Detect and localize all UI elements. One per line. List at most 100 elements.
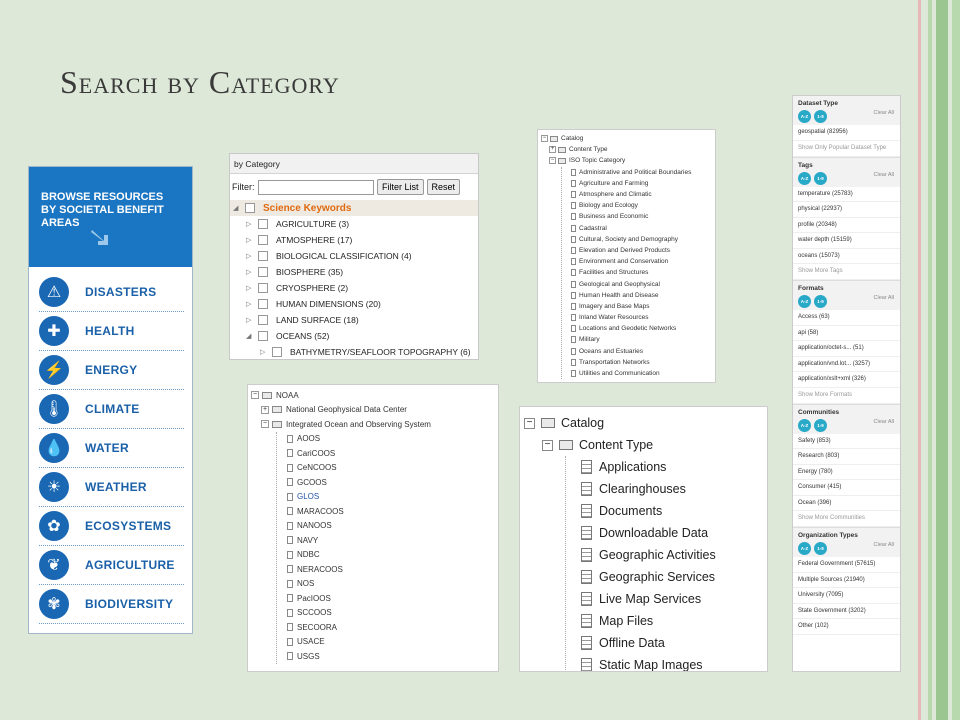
ioos-member-item[interactable]: NOS <box>277 577 498 592</box>
content-type-item[interactable]: Applications <box>566 456 767 478</box>
iso-topic-item[interactable]: Imagery and Base Maps <box>562 301 715 312</box>
sort-az-button[interactable]: A-Z <box>798 542 811 555</box>
collapse-icon[interactable]: − <box>549 157 556 165</box>
ioos-member-item[interactable]: NANOOS <box>277 519 498 534</box>
ioos-member-item[interactable]: GCOOS <box>277 475 498 490</box>
iso-topic-item[interactable]: Business and Economic <box>562 211 715 222</box>
ioos-member-item[interactable]: GLOS <box>277 490 498 505</box>
iso-topic-item[interactable]: Cadastral <box>562 223 715 234</box>
benefit-item-agriculture[interactable]: ❦ AGRICULTURE <box>39 546 184 585</box>
iso-topic-item[interactable]: Elevation and Derived Products <box>562 245 715 256</box>
iso-topic-item[interactable]: Military <box>562 334 715 345</box>
category-checkbox[interactable] <box>258 299 268 309</box>
ioos-member-item[interactable]: CariCOOS <box>277 446 498 461</box>
category-row[interactable]: ◢ OCEANS (52) <box>230 328 478 344</box>
ioos-member-item[interactable]: USGS <box>277 649 498 664</box>
facet-item[interactable]: api (58) <box>793 326 900 341</box>
facet-item[interactable]: Ocean (396) <box>793 496 900 511</box>
category-checkbox[interactable] <box>258 315 268 325</box>
ioos-member-item[interactable]: USACE <box>277 635 498 650</box>
ioos-member-item[interactable]: MARACOOS <box>277 504 498 519</box>
facet-item[interactable]: Energy (780) <box>793 465 900 480</box>
facet-item[interactable]: Access (63) <box>793 310 900 326</box>
benefit-item-health[interactable]: ✚ HEALTH <box>39 312 184 351</box>
facet-item[interactable]: profile (20348) <box>793 218 900 233</box>
ioos-member-item[interactable]: CeNCOOS <box>277 461 498 476</box>
sort-az-button[interactable]: A-Z <box>798 295 811 308</box>
iso-topic-item[interactable]: Locations and Geodetic Networks <box>562 323 715 334</box>
sort-az-button[interactable]: A-Z <box>798 418 811 432</box>
expand-triangle-icon[interactable]: ▷ <box>246 300 256 308</box>
filter-list-button[interactable]: Filter List <box>377 179 424 195</box>
content-type-item[interactable]: Offline Data <box>566 632 767 654</box>
facet-item[interactable]: State Government (3202) <box>793 604 900 619</box>
category-row[interactable]: ▷ CRYOSPHERE (2) <box>230 280 478 296</box>
clear-all-link[interactable]: Clear All <box>874 110 894 116</box>
facet-item[interactable]: Safety (853) <box>793 434 900 449</box>
iso-topic-item[interactable]: Administrative and Political Boundaries <box>562 167 715 178</box>
iso-topic-item[interactable]: Human Health and Disease <box>562 290 715 301</box>
iso-topic-item[interactable]: Cultural, Society and Demography <box>562 234 715 245</box>
facet-item[interactable]: water depth (15159) <box>793 233 900 249</box>
content-type-item[interactable]: Clearinghouses <box>566 478 767 500</box>
expand-triangle-icon[interactable]: ▷ <box>246 220 256 228</box>
expand-icon[interactable]: + <box>261 405 269 414</box>
benefit-item-energy[interactable]: ⚡ ENERGY <box>39 351 184 390</box>
science-keywords-row[interactable]: ◢ Science Keywords <box>230 200 478 216</box>
category-checkbox[interactable] <box>258 251 268 261</box>
category-checkbox[interactable] <box>258 235 268 245</box>
facet-item[interactable]: Consumer (415) <box>793 480 900 496</box>
facet-item[interactable]: Other (102) <box>793 619 900 635</box>
facet-item[interactable]: application/octet-s... (51) <box>793 341 900 357</box>
content-type-node[interactable]: − Content Type <box>520 434 767 456</box>
content-type-item[interactable]: Static Map Images <box>566 654 767 671</box>
noaa-node[interactable]: − NOAA <box>248 388 498 403</box>
category-row[interactable]: ▷ HUMAN DIMENSIONS (20) <box>230 296 478 312</box>
show-more-link[interactable]: Show More Tags <box>793 264 900 280</box>
sort-count-button[interactable]: 1-9 <box>814 418 827 432</box>
content-type-item[interactable]: Live Map Services <box>566 588 767 610</box>
iso-topic-item[interactable]: Geological and Geophysical <box>562 278 715 289</box>
clear-all-link[interactable]: Clear All <box>874 419 894 425</box>
category-row[interactable]: ▷ AGRICULTURE (3) <box>230 216 478 232</box>
collapse-icon[interactable]: − <box>542 439 553 451</box>
bathymetry-checkbox[interactable] <box>272 347 282 357</box>
bathymetry-row[interactable]: ▷ BATHYMETRY/SEAFLOOR TOPOGRAPHY (6) <box>230 344 478 359</box>
iso-topic-item[interactable]: Environment and Conservation <box>562 256 715 267</box>
iso-topic-item[interactable]: Transportation Networks <box>562 357 715 368</box>
content-type-item[interactable]: Downloadable Data <box>566 522 767 544</box>
ioos-member-item[interactable]: PacIOOS <box>277 591 498 606</box>
facet-item[interactable]: Research (803) <box>793 449 900 465</box>
show-more-link[interactable]: Show More Communities <box>793 511 900 527</box>
ioos-member-item[interactable]: AOOS <box>277 432 498 447</box>
expand-triangle-icon[interactable]: ▷ <box>246 268 256 276</box>
benefit-item-water[interactable]: 💧 WATER <box>39 429 184 468</box>
content-type-item[interactable]: Geographic Activities <box>566 544 767 566</box>
facet-item[interactable]: physical (22937) <box>793 202 900 218</box>
expand-triangle-icon[interactable]: ▷ <box>246 284 256 292</box>
ioos-member-item[interactable]: SCCOOS <box>277 606 498 621</box>
sort-count-button[interactable]: 1-9 <box>814 542 827 555</box>
facet-item[interactable]: geospatial (82956) <box>793 125 900 141</box>
content-type-item[interactable]: Geographic Services <box>566 566 767 588</box>
sort-count-button[interactable]: 1-9 <box>814 171 827 185</box>
collapse-icon[interactable]: − <box>524 417 535 429</box>
category-checkbox[interactable] <box>258 331 268 341</box>
collapse-icon[interactable]: − <box>261 420 269 429</box>
iso-topic-item[interactable]: Atmosphere and Climatic <box>562 189 715 200</box>
ngdc-node[interactable]: + National Geophysical Data Center <box>248 403 498 418</box>
category-row[interactable]: ▷ LAND SURFACE (18) <box>230 312 478 328</box>
content-type-item[interactable]: Map Files <box>566 610 767 632</box>
expand-triangle-icon[interactable]: ▷ <box>246 316 256 324</box>
content-type-item[interactable]: Documents <box>566 500 767 522</box>
category-row[interactable]: ▷ BIOLOGICAL CLASSIFICATION (4) <box>230 248 478 264</box>
collapse-icon[interactable]: − <box>541 135 548 143</box>
collapse-triangle-icon[interactable]: ◢ <box>233 204 243 212</box>
ioos-member-item[interactable]: NDBC <box>277 548 498 563</box>
category-row[interactable]: ▷ ATMOSPHERE (17) <box>230 232 478 248</box>
collapse-icon[interactable]: − <box>251 391 259 400</box>
clear-all-link[interactable]: Clear All <box>874 295 894 301</box>
sort-count-button[interactable]: 1-9 <box>814 110 827 123</box>
benefit-item-disasters[interactable]: ⚠ DISASTERS <box>39 273 184 312</box>
iso-topic-item[interactable]: Oceans and Estuaries <box>562 346 715 357</box>
